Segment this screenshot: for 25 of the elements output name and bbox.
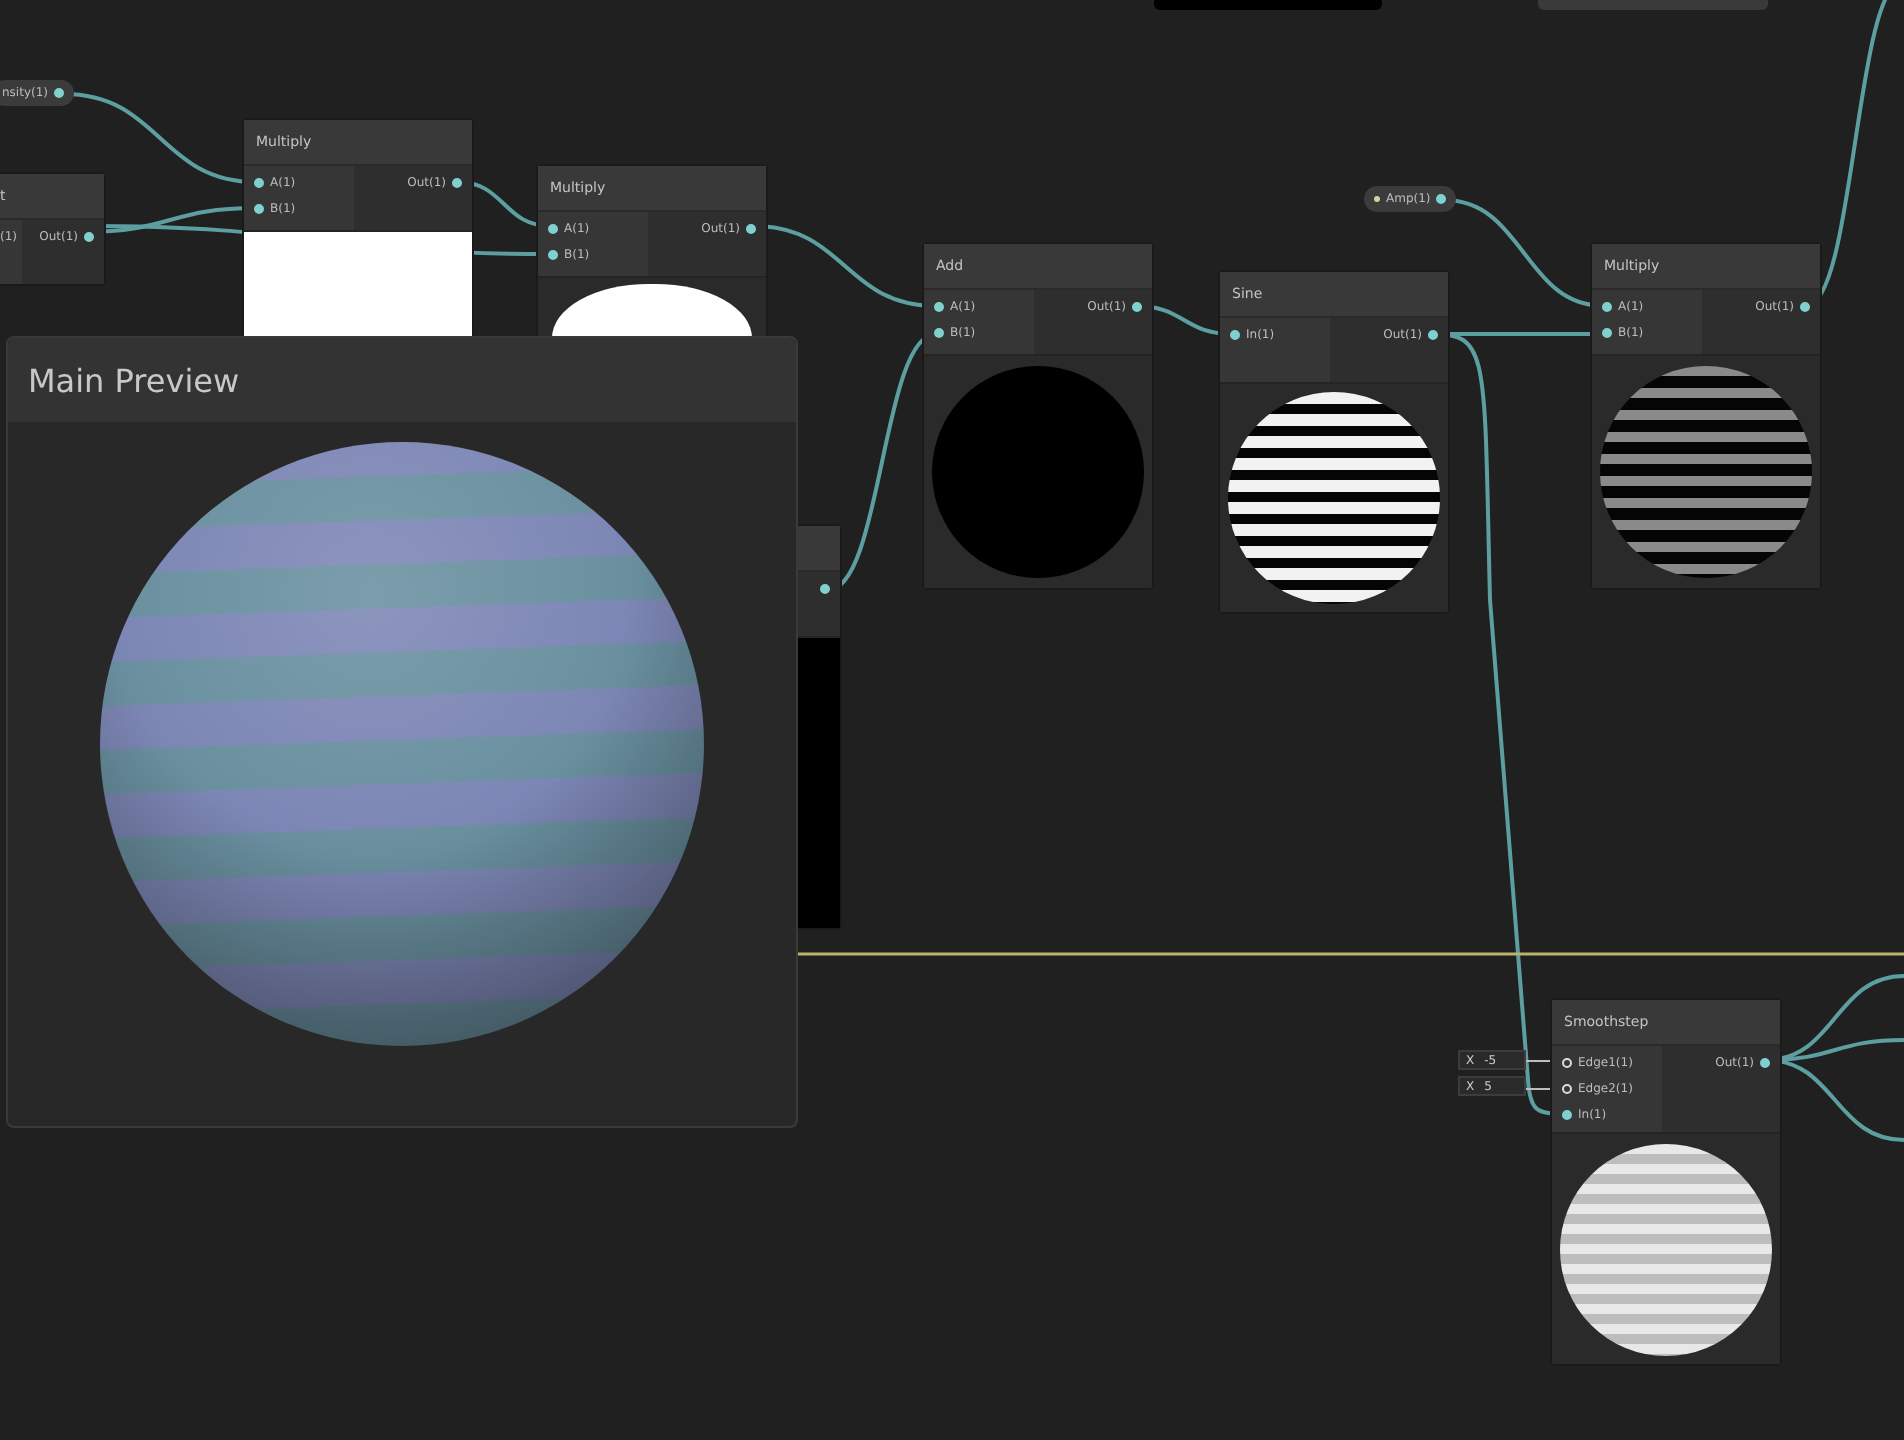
graph-node[interactable] xyxy=(796,526,840,928)
port-dot[interactable] xyxy=(54,88,64,98)
port-dot[interactable] xyxy=(1602,328,1612,338)
port-dot[interactable] xyxy=(1562,1084,1572,1094)
port-dot[interactable] xyxy=(1562,1058,1572,1068)
panel-title: Main Preview xyxy=(28,361,240,399)
port-dot[interactable] xyxy=(254,178,264,188)
port-dot[interactable] xyxy=(934,328,944,338)
port-dot[interactable] xyxy=(1562,1110,1572,1120)
port-dot[interactable] xyxy=(1230,330,1240,340)
port-dot[interactable] xyxy=(1602,302,1612,312)
port-dot[interactable] xyxy=(1800,302,1810,312)
port-dot[interactable] xyxy=(548,250,558,260)
port-dot[interactable] xyxy=(934,302,944,312)
port-dot[interactable] xyxy=(1132,302,1142,312)
port-dot[interactable] xyxy=(1436,194,1447,204)
port-dot[interactable] xyxy=(452,178,462,188)
port-dot[interactable] xyxy=(548,224,558,234)
port-dot[interactable] xyxy=(746,224,756,234)
port-dot[interactable] xyxy=(1428,330,1438,340)
property-icon xyxy=(1374,196,1380,202)
port-dot[interactable] xyxy=(254,204,264,214)
port-dot[interactable] xyxy=(820,584,830,594)
port-dot[interactable] xyxy=(1760,1058,1770,1068)
port-dot[interactable] xyxy=(84,232,94,242)
